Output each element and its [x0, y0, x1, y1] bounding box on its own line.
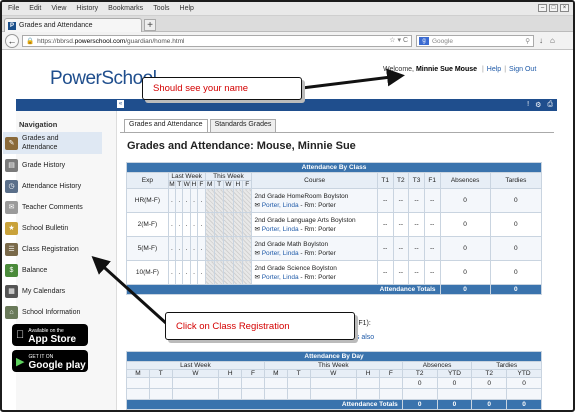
callout-should-see-name: Should see your name	[142, 77, 302, 100]
arrow-to-class-registration	[91, 255, 169, 326]
callout-click-class-registration: Click on Class Registration	[165, 312, 355, 340]
browser-window: File Edit View History Bookmarks Tools H…	[0, 0, 575, 412]
annotation-arrows	[91, 68, 405, 326]
arrow-to-name	[301, 68, 405, 90]
